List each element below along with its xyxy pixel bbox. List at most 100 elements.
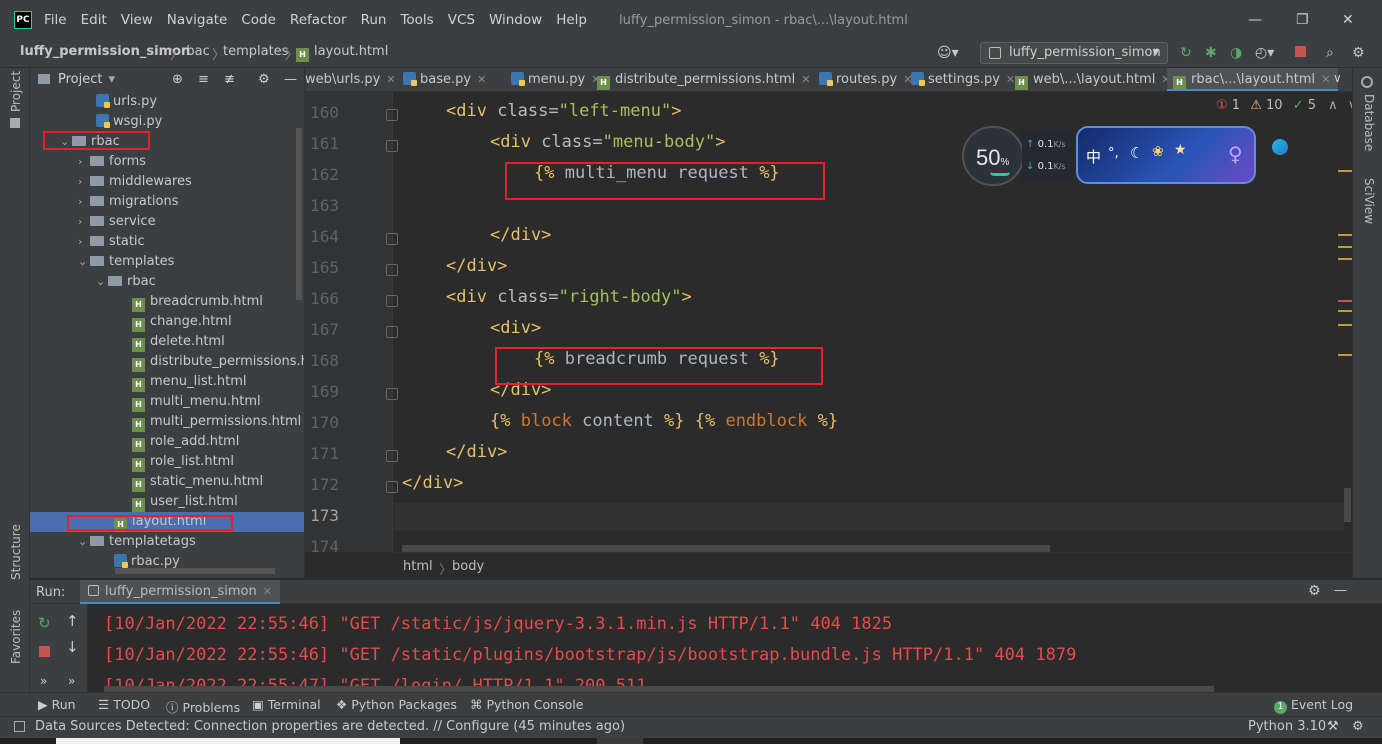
coverage-icon[interactable]: ◑ xyxy=(1230,45,1242,61)
python-interpreter[interactable]: Python 3.10 xyxy=(1248,719,1326,734)
settings-gear-icon[interactable]: ⚙ xyxy=(1352,45,1365,61)
close-window-icon[interactable]: ✕ xyxy=(1342,12,1354,28)
error-stripe-mark[interactable] xyxy=(1338,300,1352,302)
code-line[interactable]: <div class="left-menu"> xyxy=(446,101,681,121)
tree-item[interactable]: ⌄ templates xyxy=(30,252,304,272)
tool-python-console[interactable]: ⌘ Python Console xyxy=(470,697,583,712)
chevron-right-icon[interactable]: › xyxy=(78,172,90,192)
rerun-icon[interactable]: ↻ xyxy=(38,614,51,632)
fold-marker-icon[interactable] xyxy=(386,109,398,121)
close-tab-icon[interactable]: ✕ xyxy=(386,73,395,86)
tree-item[interactable]: Hmulti_menu.html xyxy=(30,392,304,412)
menu-vcs[interactable]: VCS xyxy=(448,12,475,28)
sciview-tool-button[interactable]: SciView xyxy=(1362,178,1376,224)
tool-python-packages[interactable]: ❖ Python Packages xyxy=(336,697,457,712)
expand-all-icon[interactable]: ≡ xyxy=(198,72,209,87)
tree-item[interactable]: › service xyxy=(30,212,304,232)
favorites-tool-button[interactable]: Favorites xyxy=(9,610,23,664)
run-tab[interactable]: luffy_permission_simon ✕ xyxy=(80,580,280,604)
database-tool-button[interactable]: Database xyxy=(1362,94,1376,151)
tree-item[interactable]: Hchange.html xyxy=(30,312,304,332)
status-toggle-icon[interactable] xyxy=(14,721,25,732)
tabs-overflow-chevron-icon[interactable]: ∨ xyxy=(1333,71,1342,85)
code-line[interactable]: </div> xyxy=(402,473,463,493)
fold-marker-icon[interactable] xyxy=(386,450,398,462)
tool-problems[interactable]: ⓘ Problems xyxy=(166,697,240,716)
error-stripe-mark[interactable] xyxy=(1338,258,1352,260)
chevron-down-icon[interactable]: ⌄ xyxy=(78,252,90,272)
search-icon[interactable]: ⌕ xyxy=(1326,45,1334,61)
editor-tab[interactable]: Hweb\...\layout.html ✕ xyxy=(1009,68,1179,91)
error-stripe-mark[interactable] xyxy=(1338,324,1352,326)
tree-item[interactable]: ⌄ rbac xyxy=(30,272,304,292)
edge-browser-icon[interactable] xyxy=(1272,139,1288,155)
more-icon[interactable]: » xyxy=(40,674,47,688)
fold-marker-icon[interactable] xyxy=(386,233,398,245)
menu-refactor[interactable]: Refactor xyxy=(290,12,347,28)
chevron-right-icon[interactable]: › xyxy=(78,212,90,232)
structure-tool-button[interactable]: Structure xyxy=(9,524,23,580)
network-monitor-widget[interactable]: 50% ↑ 0.1K/s ↓ 0.1K/s 中 °, ☾ ❀ ★ ♀ xyxy=(962,126,1256,186)
chevron-right-icon[interactable]: › xyxy=(78,152,90,172)
chevron-right-icon[interactable]: › xyxy=(78,232,90,252)
menu-view[interactable]: View xyxy=(121,12,153,28)
stop-icon[interactable] xyxy=(39,646,50,657)
user-icon[interactable]: ☺▾ xyxy=(937,45,959,61)
hide-run-panel-icon[interactable]: — xyxy=(1334,583,1347,598)
hide-icon[interactable]: — xyxy=(284,72,297,87)
editor-tab[interactable]: Hdistribute_permissions.html ✕ xyxy=(591,68,819,91)
error-stripe-mark[interactable] xyxy=(1338,310,1352,312)
code-line[interactable]: </div> xyxy=(490,225,551,245)
menu-run[interactable]: Run xyxy=(361,12,387,28)
inspection-widget[interactable]: ① 1 ⚠ 10 ✓ 5 ∧ ∨ xyxy=(1216,98,1357,113)
minimize-icon[interactable]: — xyxy=(1248,12,1262,28)
ime-banner[interactable]: 中 °, ☾ ❀ ★ ♀ xyxy=(1076,126,1256,184)
tree-item[interactable]: › migrations xyxy=(30,192,304,212)
close-tab-icon[interactable]: ✕ xyxy=(477,73,486,86)
project-tool-button[interactable]: Project xyxy=(9,71,23,112)
tree-item[interactable]: Huser_list.html xyxy=(30,492,304,512)
code-line[interactable]: <div class="menu-body"> xyxy=(490,132,725,152)
interpreter-lock-icon[interactable]: ⚒ xyxy=(1327,719,1339,734)
fold-marker-icon[interactable] xyxy=(386,388,398,400)
chevron-down-icon[interactable]: ▾ xyxy=(108,72,115,87)
tree-item[interactable]: › static xyxy=(30,232,304,252)
close-tab-icon[interactable]: ✕ xyxy=(1321,73,1330,86)
tree-item[interactable]: Hdelete.html xyxy=(30,332,304,352)
code-line[interactable]: <div class="right-body"> xyxy=(446,287,692,307)
editor-tab[interactable]: Hrbac\...\layout.html ✕ xyxy=(1167,68,1339,91)
tree-item[interactable]: Hmenu_list.html xyxy=(30,372,304,392)
rerun-icon[interactable]: ↻ xyxy=(1180,45,1192,61)
fold-marker-icon[interactable] xyxy=(386,264,398,276)
fold-marker-icon[interactable] xyxy=(386,326,398,338)
tool-terminal[interactable]: ▣ Terminal xyxy=(252,697,321,712)
tool-todo[interactable]: ☰ TODO xyxy=(98,697,150,712)
error-stripe-mark[interactable] xyxy=(1338,354,1352,356)
nav-crumb-file[interactable]: Hlayout.html xyxy=(296,44,388,62)
nav-crumb-templates[interactable]: templates xyxy=(223,44,288,59)
error-stripe-mark[interactable] xyxy=(1338,246,1352,248)
tree-h-scrollbar[interactable] xyxy=(115,568,275,574)
restore-icon[interactable]: ❐ xyxy=(1296,12,1309,28)
tree-item[interactable]: › middlewares xyxy=(30,172,304,192)
menu-window[interactable]: Window xyxy=(489,12,542,28)
tree-scrollbar[interactable] xyxy=(296,128,302,300)
close-tab-icon[interactable]: ✕ xyxy=(263,585,272,598)
tree-item[interactable]: ⌄ templatetags xyxy=(30,532,304,552)
gear-notification-icon[interactable]: ⚙ xyxy=(1352,719,1364,734)
collapse-all-icon[interactable]: ≢ xyxy=(224,72,235,87)
fold-marker-icon[interactable] xyxy=(386,295,398,307)
menu-file[interactable]: File xyxy=(44,12,67,28)
tree-item[interactable]: Hbreadcrumb.html xyxy=(30,292,304,312)
prev-highlight-icon[interactable]: ∧ xyxy=(1328,98,1338,113)
locate-icon[interactable]: ⊕ xyxy=(172,72,183,87)
menu-tools[interactable]: Tools xyxy=(400,12,433,28)
editor-tab[interactable]: settings.py ✕ xyxy=(905,68,1023,91)
menu-code[interactable]: Code xyxy=(241,12,276,28)
menu-edit[interactable]: Edit xyxy=(81,12,107,28)
code-line[interactable]: </div> xyxy=(446,256,507,276)
tree-item[interactable]: › forms xyxy=(30,152,304,172)
menu-navigate[interactable]: Navigate xyxy=(167,12,228,28)
editor-h-scrollbar[interactable] xyxy=(402,545,1050,552)
tree-item[interactable]: Hrole_add.html xyxy=(30,432,304,452)
